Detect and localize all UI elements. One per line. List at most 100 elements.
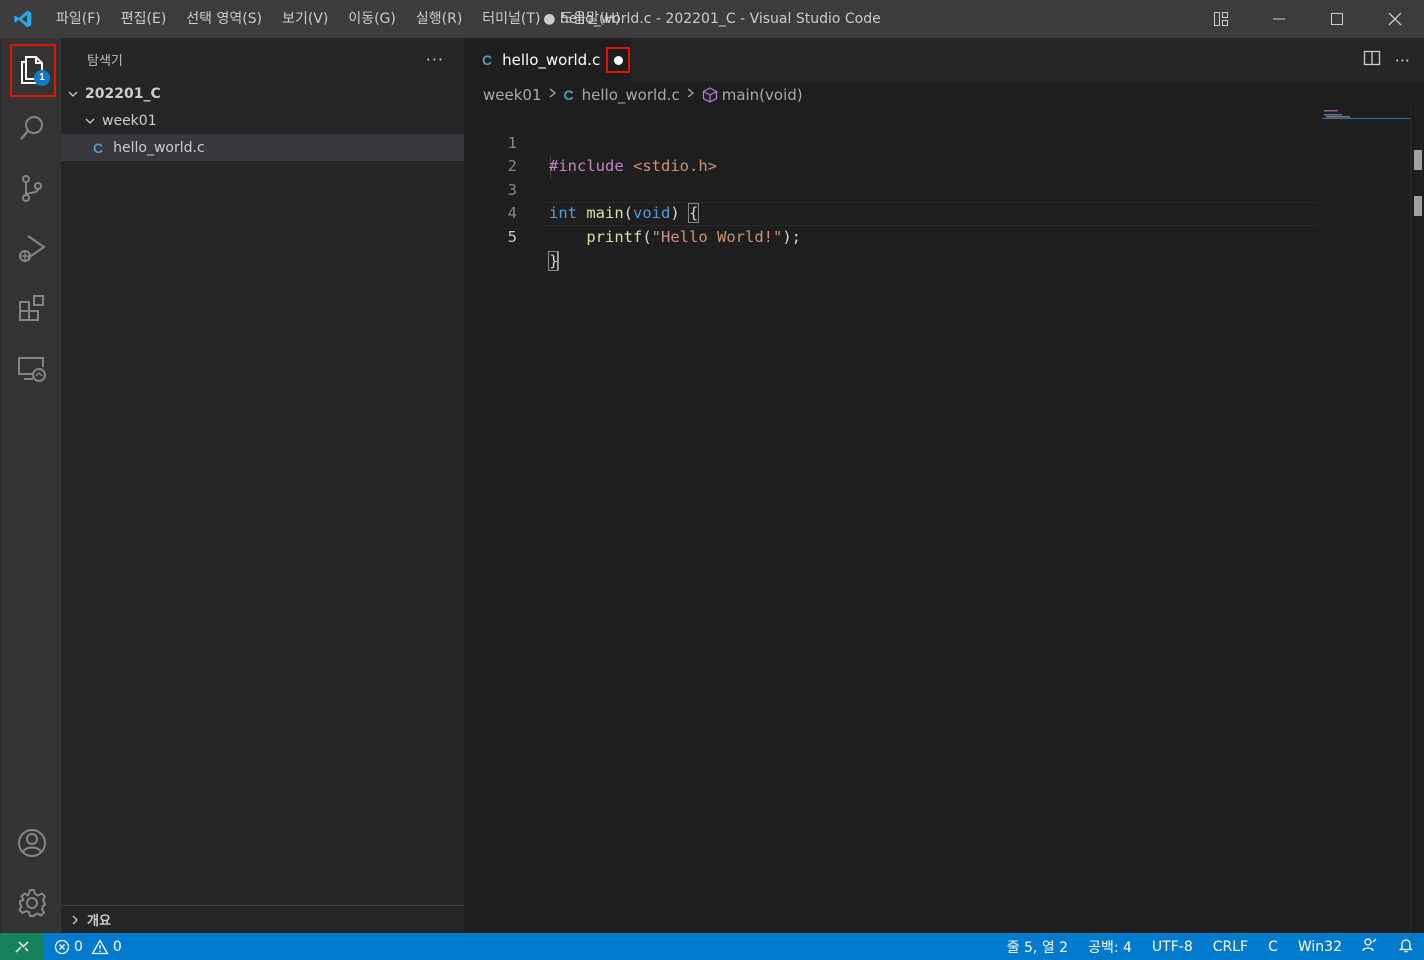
layout-icon[interactable] bbox=[1192, 0, 1250, 38]
tree-folder-week01[interactable]: week01 bbox=[61, 107, 464, 134]
source-control-icon bbox=[21, 175, 42, 202]
menu-bar: 파일(F) 편집(E) 선택 영역(S) 보기(V) 이동(G) 실행(R) 터… bbox=[46, 0, 631, 38]
problems-indicator[interactable]: 0 0 bbox=[54, 939, 122, 955]
c-file-icon: C bbox=[563, 87, 574, 103]
explorer-sidebar: 탐색기 ··· 202201_C week01 C hello_world.c … bbox=[61, 38, 464, 933]
minimize-button[interactable] bbox=[1250, 0, 1308, 38]
remote-indicator[interactable] bbox=[0, 933, 44, 960]
outline-label: 개요 bbox=[87, 914, 111, 929]
menu-file[interactable]: 파일(F) bbox=[46, 0, 111, 38]
title-bar: 파일(F) 편집(E) 선택 영역(S) 보기(V) 이동(G) 실행(R) 터… bbox=[0, 0, 1424, 38]
source-control-button[interactable] bbox=[1, 158, 62, 218]
menu-view[interactable]: 보기(V) bbox=[272, 0, 338, 38]
window-controls bbox=[1192, 0, 1424, 38]
error-count: 0 bbox=[74, 938, 83, 955]
run-debug-icon bbox=[18, 235, 46, 262]
editor-area: C hello_world.c ··· week01 C hello_world… bbox=[464, 38, 1424, 933]
remote-explorer-button[interactable] bbox=[1, 338, 62, 398]
chevron-down-icon bbox=[82, 115, 98, 127]
status-right: 줄 5, 열 2 공백: 4 UTF-8 CRLF C Win32 bbox=[997, 933, 1424, 960]
maximize-button[interactable] bbox=[1308, 0, 1366, 38]
unsaved-indicator[interactable] bbox=[606, 47, 631, 73]
run-debug-button[interactable] bbox=[1, 218, 62, 278]
search-button[interactable] bbox=[1, 98, 62, 158]
close-button[interactable] bbox=[1366, 0, 1424, 38]
chevron-right-icon bbox=[67, 914, 83, 926]
tab-label: hello_world.c bbox=[502, 51, 601, 69]
remote-explorer-icon bbox=[17, 357, 46, 382]
code-editor[interactable]: 1 #include <stdio.h> 2 3 int main(void) … bbox=[464, 108, 1324, 271]
platform[interactable]: Win32 bbox=[1288, 939, 1352, 955]
error-icon bbox=[54, 939, 70, 954]
tree-folder-label: week01 bbox=[102, 112, 157, 129]
language-mode[interactable]: C bbox=[1258, 939, 1288, 955]
account-icon bbox=[17, 829, 46, 857]
sidebar-header: 탐색기 ··· bbox=[61, 38, 464, 80]
extensions-icon bbox=[18, 295, 44, 321]
tab-hello-world[interactable]: C hello_world.c bbox=[464, 38, 631, 82]
symbol-method-icon bbox=[702, 87, 718, 103]
end-of-line[interactable]: CRLF bbox=[1203, 939, 1258, 955]
c-file-icon: C bbox=[482, 52, 493, 68]
explorer-button[interactable]: 1 bbox=[1, 38, 62, 98]
gear-icon bbox=[18, 889, 46, 917]
indentation[interactable]: 공백: 4 bbox=[1078, 937, 1142, 957]
menu-edit[interactable]: 편집(E) bbox=[111, 0, 177, 38]
scrollbar-marker bbox=[1414, 196, 1422, 216]
code-line: 4 printf("Hello World!"); bbox=[464, 179, 1324, 246]
encoding[interactable]: UTF-8 bbox=[1142, 939, 1203, 955]
cursor-position[interactable]: 줄 5, 열 2 bbox=[997, 937, 1078, 957]
token-punct: ); bbox=[782, 227, 801, 246]
code-line: 3 int main(void) { bbox=[464, 155, 1324, 224]
c-file-icon: C bbox=[93, 139, 104, 156]
vscode-logo-icon bbox=[0, 0, 46, 38]
menu-run[interactable]: 실행(R) bbox=[406, 0, 472, 38]
search-icon bbox=[19, 116, 43, 140]
activity-bar: 1 bbox=[0, 38, 61, 933]
chevron-down-icon bbox=[65, 88, 81, 100]
bell-icon[interactable] bbox=[1388, 937, 1424, 957]
tree-root-label: 202201_C bbox=[85, 85, 161, 102]
editor-scrollbar[interactable] bbox=[1410, 108, 1424, 933]
split-editor-icon[interactable] bbox=[1363, 49, 1381, 71]
breadcrumb-folder[interactable]: week01 bbox=[483, 86, 542, 104]
minimap[interactable] bbox=[1322, 108, 1410, 120]
more-actions-icon[interactable]: ··· bbox=[426, 50, 444, 69]
line-number: 5 bbox=[507, 227, 517, 246]
breadcrumb: week01 C hello_world.c main(void) bbox=[464, 82, 1424, 108]
warning-count: 0 bbox=[112, 938, 122, 955]
tab-bar: C hello_world.c ··· bbox=[464, 38, 1424, 82]
token-function: printf bbox=[586, 227, 643, 246]
accounts-button[interactable] bbox=[1, 813, 62, 873]
extensions-button[interactable] bbox=[1, 278, 62, 338]
sidebar-title: 탐색기 bbox=[87, 53, 123, 69]
chevron-right-icon bbox=[686, 87, 696, 103]
editor-actions: ··· bbox=[1363, 38, 1410, 82]
menu-terminal[interactable]: 터미널(T) bbox=[472, 0, 550, 38]
highlight-box bbox=[10, 44, 56, 97]
breadcrumb-symbol[interactable]: main(void) bbox=[722, 86, 803, 104]
code-line: 1 #include <stdio.h> bbox=[464, 108, 1324, 176]
tree-root-folder[interactable]: 202201_C bbox=[61, 80, 464, 107]
manage-button[interactable] bbox=[1, 873, 62, 933]
token-punct: ( bbox=[642, 227, 652, 246]
tree-file-hello-world[interactable]: C hello_world.c bbox=[61, 134, 464, 161]
menu-selection[interactable]: 선택 영역(S) bbox=[176, 0, 272, 38]
breadcrumb-file[interactable]: hello_world.c bbox=[582, 86, 680, 104]
menu-go[interactable]: 이동(G) bbox=[338, 0, 406, 38]
chevron-right-icon bbox=[548, 87, 558, 103]
text-cursor bbox=[557, 251, 560, 271]
remote-icon bbox=[15, 940, 29, 953]
tree-file-label: hello_world.c bbox=[113, 139, 205, 156]
warning-icon bbox=[91, 938, 109, 954]
dirty-dot-icon bbox=[613, 55, 623, 65]
more-actions-icon[interactable]: ··· bbox=[1395, 51, 1410, 70]
menu-help[interactable]: 도움말(H) bbox=[550, 0, 630, 38]
code-line: 5 } bbox=[464, 202, 1324, 271]
code-line: 2 bbox=[464, 132, 1324, 175]
feedback-icon[interactable] bbox=[1352, 937, 1388, 957]
outline-section[interactable]: 개요 bbox=[61, 905, 464, 933]
status-bar: 0 0 줄 5, 열 2 공백: 4 UTF-8 CRLF C Win32 bbox=[0, 933, 1424, 960]
token-string: "Hello World!" bbox=[651, 227, 783, 246]
